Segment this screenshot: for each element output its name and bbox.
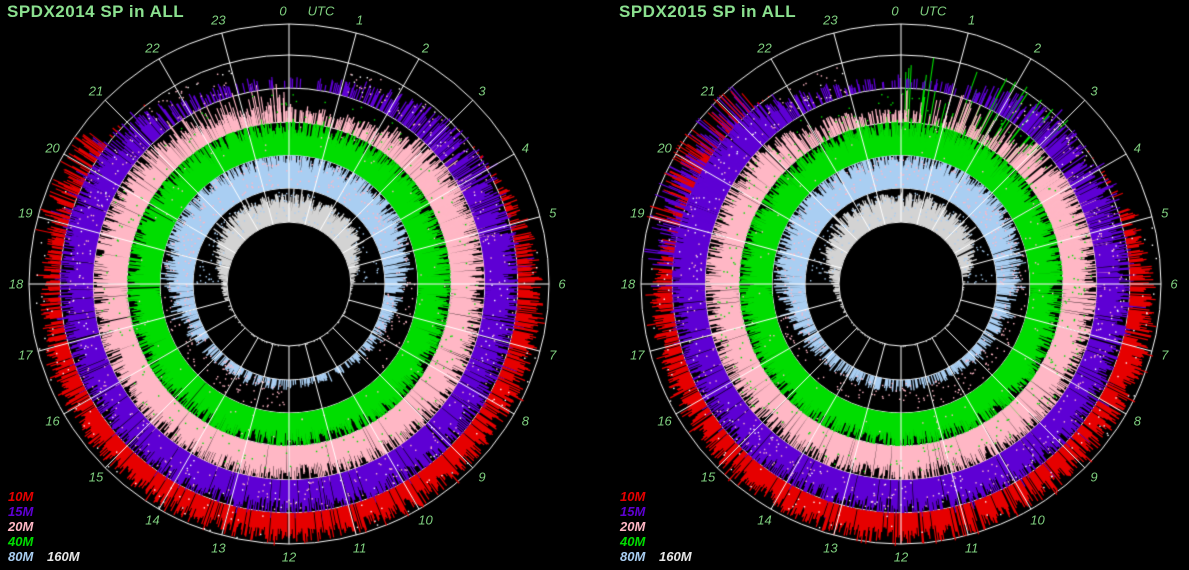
dual-polar-chart-stage: SPDX2014 SP in ALL SPDX2015 SP in ALL 01… — [0, 0, 1189, 570]
polar-activity-charts-canvas — [0, 0, 1189, 570]
